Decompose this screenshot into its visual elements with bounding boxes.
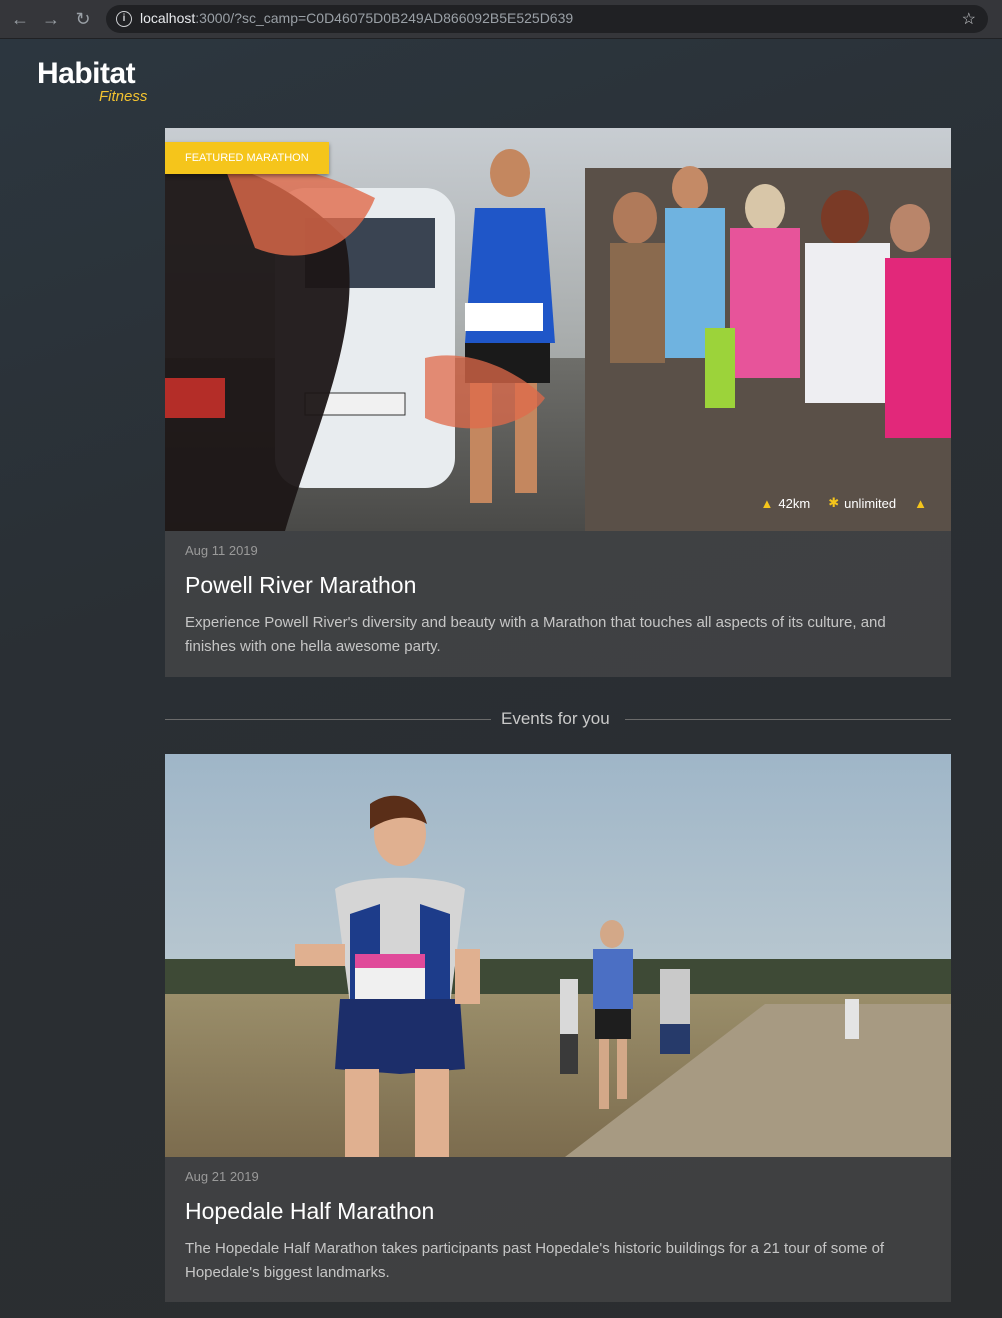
- featured-event-details: Aug 11 2019 Powell River Marathon Experi…: [165, 531, 951, 659]
- star-icon[interactable]: ☆: [962, 9, 976, 29]
- featured-badge: FEATURED MARATHON: [165, 142, 329, 174]
- reload-icon[interactable]: ↻: [73, 9, 93, 29]
- event-date: Aug 11 2019: [185, 543, 258, 558]
- half-marathon-photo: [165, 754, 951, 1157]
- section-heading: Events for you: [501, 709, 610, 728]
- site-logo[interactable]: Habitat Fitness: [37, 57, 147, 106]
- logo-sub: Fitness: [99, 88, 148, 105]
- address-bar[interactable]: i localhost:3000/?sc_camp=C0D46075D0B249…: [106, 5, 988, 33]
- featured-event-image: FEATURED MARATHON ▲ 42km ✱ unlimited ▲: [165, 128, 951, 531]
- divider-line-right: [625, 719, 951, 720]
- event-title[interactable]: Hopedale Half Marathon: [185, 1198, 931, 1225]
- section-divider: Events for you: [165, 706, 951, 732]
- featured-event-card[interactable]: FEATURED MARATHON ▲ 42km ✱ unlimited ▲ A…: [165, 128, 951, 677]
- url-host: localhost: [140, 10, 196, 26]
- url-text[interactable]: localhost:3000/?sc_camp=C0D46075D0B249AD…: [140, 10, 573, 26]
- event-description: The Hopedale Half Marathon takes partici…: [185, 1240, 885, 1281]
- road-icon: ▲: [914, 495, 927, 511]
- event-details: Aug 21 2019 Hopedale Half Marathon The H…: [165, 1157, 951, 1285]
- divider-line-left: [165, 719, 491, 720]
- event-stats: ▲ 42km ✱ unlimited ▲: [761, 495, 927, 511]
- event-description: Experience Powell River's diversity and …: [185, 614, 886, 655]
- event-image: [165, 754, 951, 1157]
- event-card[interactable]: Aug 21 2019 Hopedale Half Marathon The H…: [165, 754, 951, 1302]
- url-path: :3000/?sc_camp=C0D46075D0B249AD866092B5E…: [195, 10, 574, 26]
- event-title[interactable]: Powell River Marathon: [185, 572, 931, 599]
- back-arrow-icon[interactable]: ←: [10, 9, 30, 29]
- participants-stat: ✱ unlimited: [828, 495, 896, 511]
- logo-brand: Habitat: [37, 57, 136, 90]
- participants-value: unlimited: [844, 495, 897, 511]
- distance-value: 42km: [778, 495, 811, 511]
- event-date: Aug 21 2019: [185, 1169, 259, 1184]
- map-icon: ▲: [760, 495, 774, 511]
- terrain-stat: ▲: [914, 495, 927, 511]
- info-icon[interactable]: i: [116, 11, 132, 27]
- forward-arrow-icon[interactable]: →: [41, 9, 61, 29]
- browser-toolbar: ← → ↻ i localhost:3000/?sc_camp=C0D46075…: [0, 0, 1002, 39]
- distance-stat: ▲ 42km: [761, 495, 811, 511]
- runner-icon: ✱: [828, 495, 840, 510]
- marathon-runner-photo: [165, 128, 951, 531]
